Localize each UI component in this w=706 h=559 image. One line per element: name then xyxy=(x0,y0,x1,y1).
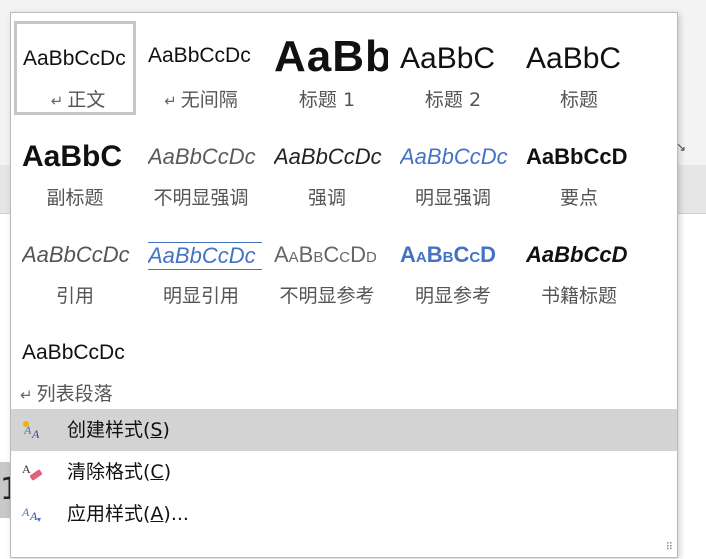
style-tile[interactable]: AaBbCcDc 明显引用 xyxy=(140,217,262,311)
style-label-text: 正文 xyxy=(67,89,106,111)
style-label: ↵ 正文 xyxy=(17,85,133,112)
apply-styles-label: 应用样式(A)... xyxy=(67,503,189,525)
style-label-text: 无间隔 xyxy=(180,89,238,111)
style-label-text: 要点 xyxy=(559,187,598,209)
style-label: 不明显强调 xyxy=(140,183,262,210)
style-tile[interactable]: AaBbCcDc 明显强调 xyxy=(392,119,514,213)
style-label: ↵ 列表段落 xyxy=(20,379,180,406)
eraser-icon: A xyxy=(22,462,43,481)
style-tile[interactable]: AaBb 标题 1 xyxy=(266,21,388,115)
create-style-menu-item[interactable]: A A 创建样式(S) xyxy=(11,409,677,451)
resize-grip-icon[interactable]: ⠿ xyxy=(666,542,673,553)
paragraph-mark-icon: ↵ xyxy=(164,92,177,110)
style-sample: AaBbCcDc xyxy=(148,44,251,67)
style-label-text: 标题 xyxy=(559,89,598,111)
style-sample: AaBbC xyxy=(22,140,123,173)
style-tile[interactable]: AaBbCcD 明显参考 xyxy=(392,217,514,311)
style-sample: AaBbCcDc xyxy=(148,144,256,169)
style-tile[interactable]: AaBbC 副标题 xyxy=(14,119,136,213)
style-label: 副标题 xyxy=(14,183,136,210)
style-label: 不明显参考 xyxy=(266,281,388,308)
style-sample: AaBbCcD xyxy=(526,242,628,267)
style-label: 标题 2 xyxy=(392,85,514,112)
style-label: 书籍标题 xyxy=(518,281,640,308)
style-sample: AaBbCcDc xyxy=(274,144,382,169)
styles-gallery: AaBbCcDc ↵ 正文 AaBbCcDc ↵ 无间隔 AaBb 标题 1 AaBbC 标题 2… xyxy=(10,12,678,558)
apply-styles-menu-item[interactable]: A A 应用样式(A)... xyxy=(11,493,677,535)
apply-styles-icon: A A xyxy=(21,505,41,523)
style-label-text: 明显强调 xyxy=(414,187,491,209)
style-label-text: 强调 xyxy=(307,187,346,209)
style-label-text: 列表段落 xyxy=(36,383,113,405)
style-sample: AaBbCcDc xyxy=(22,341,125,364)
style-sample: AaBbCcD xyxy=(526,144,628,169)
style-tile[interactable]: AaBbCcDc 不明显强调 xyxy=(140,119,262,213)
style-sample: AaBbC xyxy=(400,42,496,75)
style-label: 强调 xyxy=(266,183,388,210)
style-label-text: 不明显参考 xyxy=(279,285,375,307)
style-label: 标题 xyxy=(518,85,640,112)
style-label-text: 引用 xyxy=(55,285,94,307)
style-sample: AaBbCcDc xyxy=(22,242,130,267)
style-label-text: 标题 2 xyxy=(424,89,482,111)
style-sample: AaBbCcD xyxy=(400,242,497,267)
style-label-text: 明显引用 xyxy=(162,285,239,307)
style-tile[interactable]: AaBbCcD 书籍标题 xyxy=(518,217,640,311)
style-sample: AaBbC xyxy=(526,42,622,75)
style-label: 明显引用 xyxy=(140,281,262,308)
style-tile[interactable]: AaBbCcDc 强调 xyxy=(266,119,388,213)
style-label: 明显强调 xyxy=(392,183,514,210)
style-tile[interactable]: AaBbCcDc ↵ 无间隔 xyxy=(140,21,262,115)
style-sample: AaBbCcDc xyxy=(148,242,262,270)
style-label-text: 不明显强调 xyxy=(153,187,249,209)
style-label: 引用 xyxy=(14,281,136,308)
style-label: 标题 1 xyxy=(266,85,388,112)
style-sample: AaBbCcDd xyxy=(274,242,377,267)
style-tile[interactable]: AaBbCcDd 不明显参考 xyxy=(266,217,388,311)
paragraph-mark-icon: ↵ xyxy=(50,92,64,110)
paragraph-mark-icon: ↵ xyxy=(20,386,33,404)
style-label: 明显参考 xyxy=(392,281,514,308)
svg-text:A: A xyxy=(31,427,40,441)
style-tile[interactable]: AaBbC 标题 2 xyxy=(392,21,514,115)
style-label-text: 副标题 xyxy=(46,187,104,209)
style-tile[interactable]: AaBbCcD 要点 xyxy=(518,119,640,213)
new-style-icon: A A xyxy=(23,421,40,441)
clear-format-menu-item[interactable]: A 清除格式(C) xyxy=(11,451,677,493)
style-sample: AaBbCcDc xyxy=(23,47,126,70)
style-label: ↵ 无间隔 xyxy=(140,85,262,112)
style-sample: AaBbCcDc xyxy=(400,144,508,169)
style-tile[interactable]: AaBbCcDc 引用 xyxy=(14,217,136,311)
svg-text:A: A xyxy=(22,462,31,476)
style-label: 要点 xyxy=(518,183,640,210)
style-label-text: 明显参考 xyxy=(414,285,491,307)
clear-format-label: 清除格式(C) xyxy=(67,461,172,483)
style-tile[interactable]: AaBbCcDc ↵ 正文 xyxy=(14,21,136,115)
create-style-label: 创建样式(S) xyxy=(67,419,170,441)
style-label-text: 标题 1 xyxy=(298,89,356,111)
svg-text:A: A xyxy=(29,509,38,523)
style-tile[interactable]: AaBbCcDc ↵ 列表段落 xyxy=(14,315,214,409)
style-sample: AaBb xyxy=(274,35,388,79)
svg-text:A: A xyxy=(21,505,30,519)
style-label-text: 书籍标题 xyxy=(540,285,617,307)
style-tile[interactable]: AaBbC 标题 xyxy=(518,21,640,115)
